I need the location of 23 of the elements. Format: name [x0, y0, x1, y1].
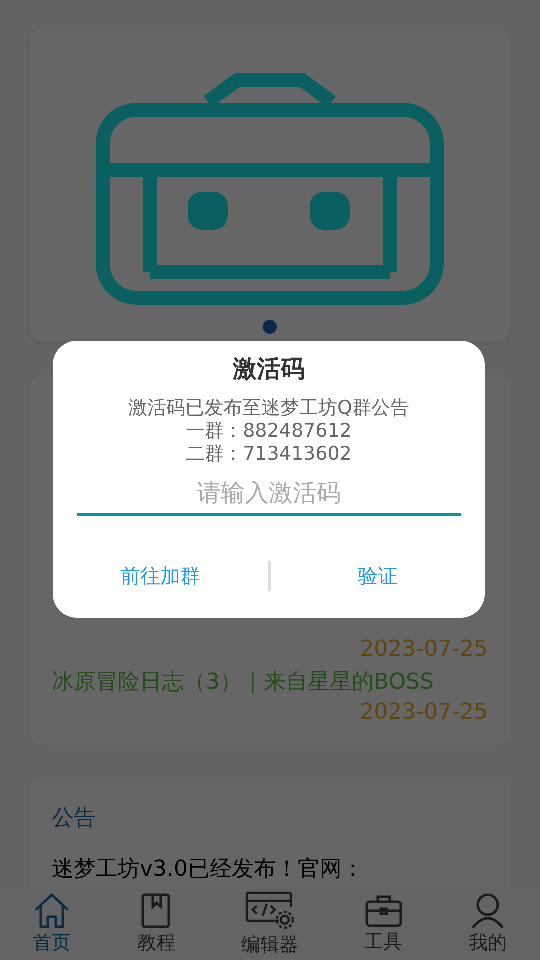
news-date: 2023-07-25: [360, 699, 488, 727]
briefcase-icon: [364, 894, 403, 928]
bookmark-book-icon: [141, 893, 172, 929]
robot-icon: [96, 72, 444, 306]
nav-tab[interactable]: 首页: [33, 931, 72, 955]
announcement-title: 公告: [52, 805, 97, 833]
activation-code-field[interactable]: 请输入激活码: [77, 472, 461, 516]
nav-tab[interactable]: 我的: [468, 931, 507, 955]
news-date: 2023-07-25: [360, 636, 488, 664]
dialog-message-line: 激活码已发布至迷梦工坊Q群公告: [128, 397, 410, 420]
news-title[interactable]: 冰原冒险日志（3）｜来自星星的BOSS: [52, 668, 488, 698]
home-icon: [34, 893, 70, 929]
dialog-button[interactable]: 前往加群: [53, 556, 268, 596]
user-icon: [470, 893, 505, 929]
dialog-message-line: 一群：882487612: [186, 420, 352, 443]
nav-tab[interactable]: 工具: [364, 930, 403, 954]
dialog-message-line: 二群：713413602: [186, 443, 352, 466]
dialog-button[interactable]: 验证: [270, 556, 485, 596]
nav-tab[interactable]: 编辑器: [241, 933, 298, 957]
announcement-text: 迷梦工坊v3.0已经发布！官网：: [52, 856, 366, 884]
dialog-title: 激活码: [233, 354, 305, 385]
nav-tab[interactable]: 教程: [137, 931, 176, 955]
code-settings-icon: [244, 891, 295, 931]
